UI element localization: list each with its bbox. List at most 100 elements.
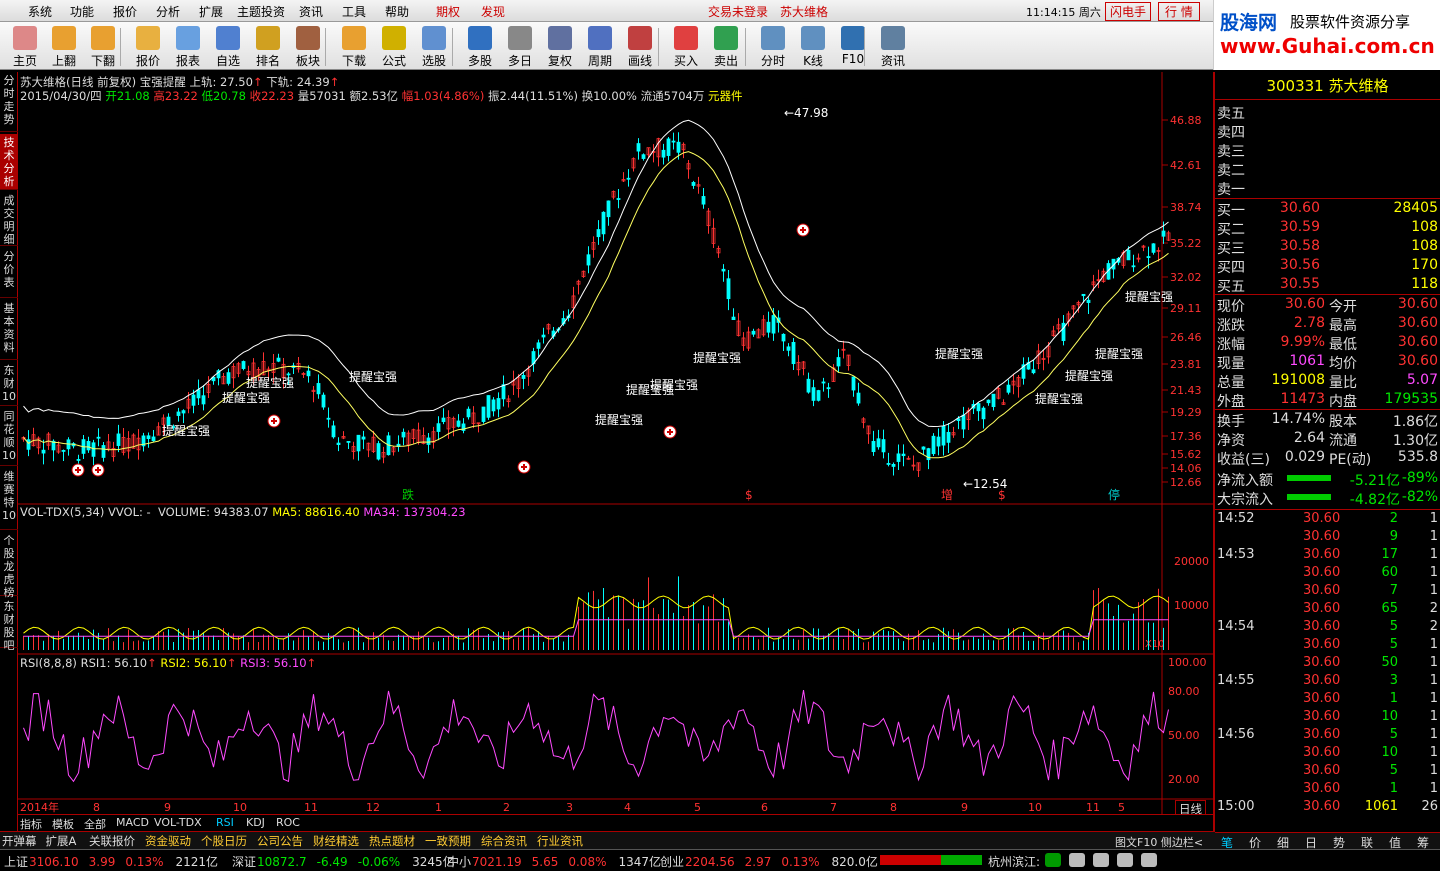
info-tab-7[interactable]: 热点题材 — [369, 833, 415, 849]
leftnav-item-1[interactable]: 技术分析 — [0, 134, 18, 190]
chart-area[interactable]: 46.88 42.61 38.74 35.22 32.02 29.11 26.46 23.81… — [18, 72, 1213, 818]
index-cy[interactable]: 创业2204.56 2.97 0.13% 820.0亿 — [660, 853, 878, 870]
toolbar-btn-21[interactable]: 资讯 — [872, 24, 914, 68]
toolbar-btn-20[interactable]: F10 — [832, 24, 874, 68]
leftnav-item-5[interactable]: 东财10 — [0, 362, 18, 406]
menu-system[interactable]: 系统 — [28, 3, 52, 20]
toolbar-icon-0 — [13, 26, 37, 50]
toolbar-btn-1[interactable]: 上翻 — [43, 24, 85, 68]
info-tab-6[interactable]: 财经精选 — [313, 833, 359, 849]
indicator-tab-3[interactable]: MACD — [116, 816, 149, 829]
toolbar-btn-19[interactable]: K线 — [792, 24, 834, 68]
toolbar-btn-13[interactable]: 复权 — [539, 24, 581, 68]
quote-row-cell: 均价 — [1329, 356, 1357, 372]
indicator-tab-2[interactable]: 全部 — [84, 816, 106, 832]
toolbar-btn-7[interactable]: 板块 — [287, 24, 329, 68]
flash-trade-button[interactable]: 闪电手 — [1105, 2, 1152, 21]
menu-news[interactable]: 资讯 — [299, 3, 323, 20]
leftnav-item-2[interactable]: 成交明细 — [0, 192, 18, 246]
toolbar-btn-0[interactable]: 主页 — [4, 24, 46, 68]
toolbar-label: 主页 — [12, 54, 37, 68]
toolbar-btn-5[interactable]: 自选 — [207, 24, 249, 68]
leftnav-item-9[interactable]: 东财股吧 — [0, 598, 18, 652]
toolbar-btn-8[interactable]: 下载 — [333, 24, 375, 68]
indicator-tab-0[interactable]: 指标 — [20, 816, 42, 832]
index-sh[interactable]: 上证3106.10 3.99 0.13% 2121亿 — [4, 853, 218, 870]
vol-header: VOL-TDX(5,34) VVOL: - VOLUME: 94383.07 M… — [20, 505, 466, 519]
event-marker[interactable]: 增 — [941, 488, 953, 502]
ask-row: 卖五 — [1215, 102, 1440, 122]
tick-volume: 17 — [1381, 547, 1398, 562]
bar-volume: 量57031 — [297, 89, 346, 103]
toolbar-btn-14[interactable]: 周期 — [579, 24, 621, 68]
chat-icon[interactable] — [1069, 853, 1085, 867]
toolbar-btn-12[interactable]: 多日 — [499, 24, 541, 68]
toolbar-btn-11[interactable]: 多股 — [459, 24, 501, 68]
date-axis-label: 7 — [830, 801, 837, 814]
toolbar-btn-6[interactable]: 排名 — [247, 24, 289, 68]
indicator-tab-1[interactable]: 模板 — [52, 816, 74, 832]
stock-title: 300331 苏大维格 — [1215, 72, 1440, 100]
toolbar-label: 下载 — [341, 54, 366, 68]
candle-body — [886, 463, 891, 465]
indicator-tab-6[interactable]: KDJ — [246, 816, 265, 829]
leftnav-item-8[interactable]: 个股龙虎榜 — [0, 532, 18, 599]
tick-row: 30.60 10 1 — [1215, 744, 1440, 763]
leftnav-item-6[interactable]: 同花顺10 — [0, 408, 18, 466]
event-marker[interactable]: $ — [998, 488, 1006, 502]
ohlc-line: 2015/04/30/四 开21.08 高23.22 低20.78 收22.23… — [20, 88, 743, 104]
info-tab-2[interactable]: 关联报价 — [89, 833, 135, 849]
toolbar-btn-2[interactable]: 下翻 — [82, 24, 124, 68]
menu-extend[interactable]: 扩展 — [199, 3, 223, 20]
toolbar-btn-4[interactable]: 报表 — [167, 24, 209, 68]
toolbar-btn-15[interactable]: 画线 — [619, 24, 661, 68]
fund-row: 收益(三) 0.029 PE(动) 535.8 — [1215, 448, 1440, 468]
info-tab-9[interactable]: 综合资讯 — [481, 833, 527, 849]
quote-button[interactable]: 行 情 — [1158, 2, 1200, 21]
leftnav-item-7[interactable]: 维赛特10 — [0, 468, 18, 530]
menu-function[interactable]: 功能 — [70, 3, 94, 20]
event-marker[interactable]: 跌 — [402, 487, 414, 502]
keyboard-icon[interactable] — [1117, 853, 1133, 867]
info-tab-10[interactable]: 行业资讯 — [537, 833, 583, 849]
indicator-tab-4[interactable]: VOL-TDX — [154, 816, 202, 829]
info-tab-0[interactable]: 开弹幕 — [2, 833, 37, 849]
star-icon[interactable] — [1045, 853, 1061, 867]
toolbar-btn-18[interactable]: 分时 — [752, 24, 794, 68]
info-tab-8[interactable]: 一致预期 — [425, 833, 471, 849]
info-tab-1[interactable]: 扩展A — [46, 833, 77, 849]
toolbar-btn-9[interactable]: 公式 — [373, 24, 415, 68]
bar-date: 2015/04/30/四 — [20, 89, 102, 103]
menu-quote[interactable]: 报价 — [113, 3, 137, 20]
info-tab-3[interactable]: 资金驱动 — [145, 833, 191, 849]
indicator-tab-7[interactable]: ROC — [276, 816, 300, 829]
toolbar-btn-17[interactable]: 卖出 — [705, 24, 747, 68]
candle-body — [481, 406, 486, 422]
indicator-tab-5[interactable]: RSI — [216, 816, 234, 829]
index-zx[interactable]: 中小7021.19 5.65 0.08% 1347亿 — [447, 853, 661, 870]
menu-theme[interactable]: 主题投资 — [237, 3, 285, 20]
gear-icon[interactable] — [1093, 853, 1109, 867]
menu-analysis[interactable]: 分析 — [156, 3, 180, 20]
menu-discover[interactable]: 发现 — [481, 3, 505, 20]
menu-help[interactable]: 帮助 — [385, 3, 409, 20]
leftnav-item-0[interactable]: 分时走势 — [0, 72, 18, 132]
vol-ma34-line — [23, 619, 1169, 637]
index-sz[interactable]: 深证10872.7 -6.49 -0.06% 3245亿 — [232, 853, 455, 870]
toolbar-btn-3[interactable]: 报价 — [127, 24, 169, 68]
toolbar-btn-10[interactable]: 选股 — [413, 24, 455, 68]
event-marker[interactable]: $ — [745, 488, 753, 502]
candle-body — [336, 442, 341, 445]
sidebar-toggle[interactable]: 图文F10 侧边栏< — [1115, 834, 1203, 850]
info-tab-5[interactable]: 公司公告 — [257, 833, 303, 849]
event-marker[interactable]: 停 — [1108, 487, 1120, 502]
settings-icon[interactable] — [1141, 853, 1157, 867]
leftnav-item-3[interactable]: 分价表 — [0, 248, 18, 298]
menu-options[interactable]: 期权 — [436, 3, 460, 20]
menu-tools[interactable]: 工具 — [342, 3, 366, 20]
toolbar-btn-16[interactable]: 买入 — [665, 24, 707, 68]
toolbar-label: K线 — [803, 54, 823, 68]
leftnav-item-4[interactable]: 基本资料 — [0, 300, 18, 360]
quote-row-cell: 2.78 — [1293, 315, 1325, 331]
info-tab-4[interactable]: 个股日历 — [201, 833, 247, 849]
